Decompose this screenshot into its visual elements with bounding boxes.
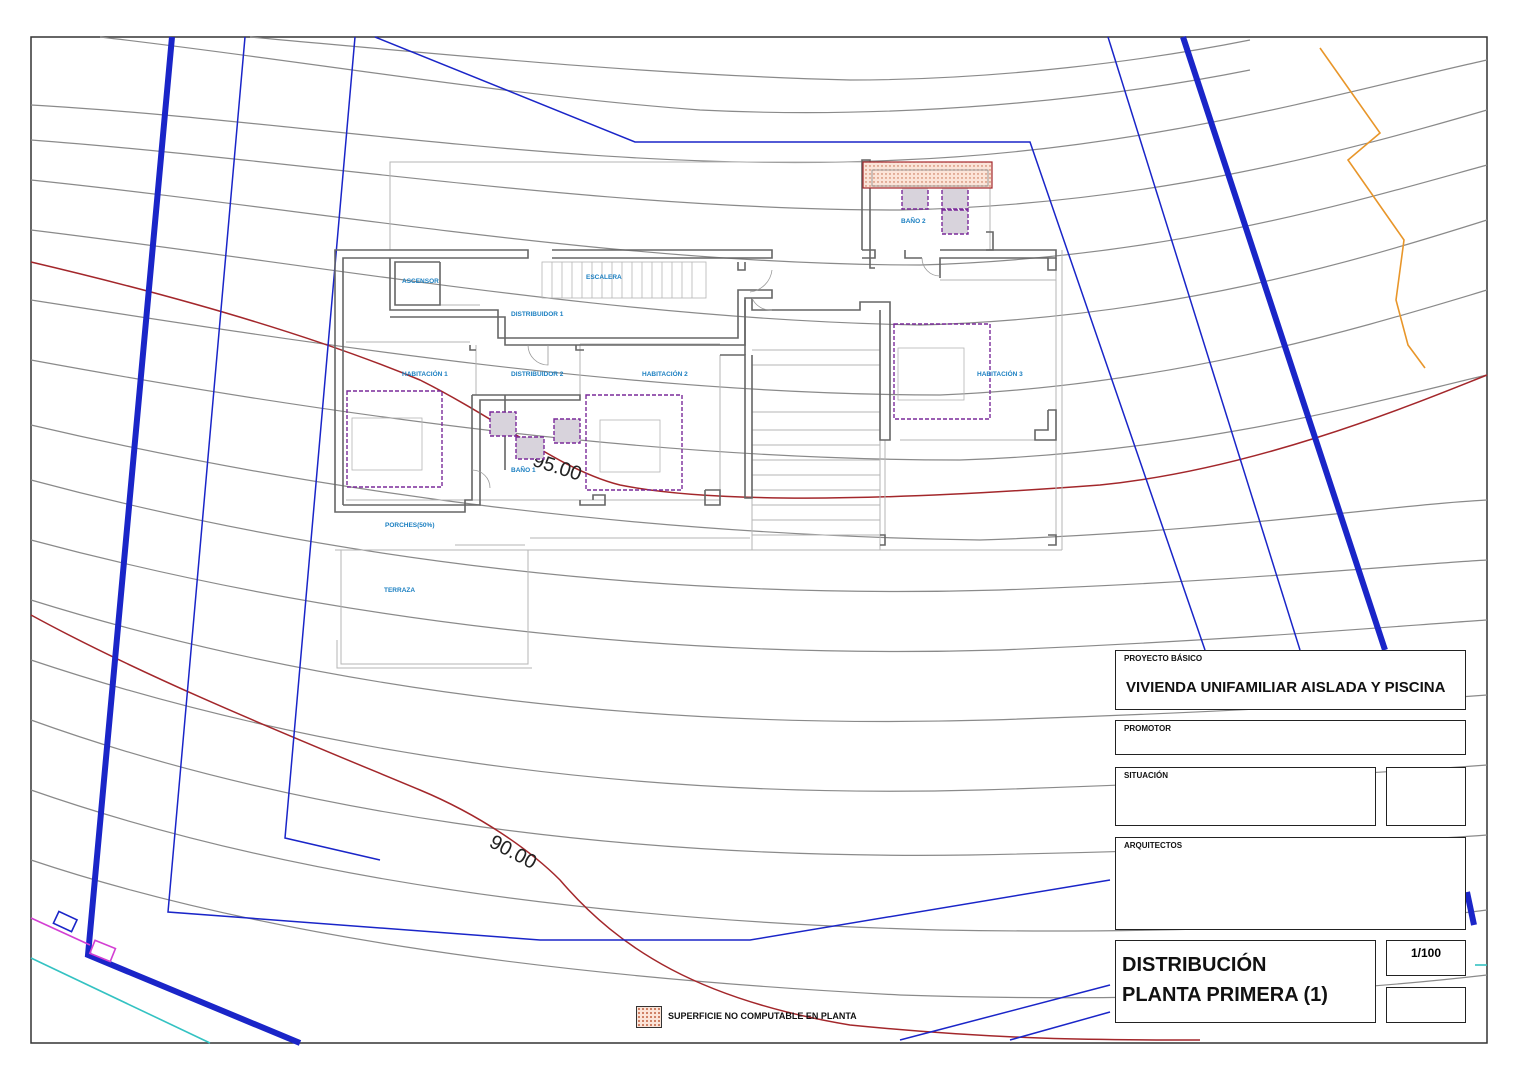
situation-box: SITUACIÓN [1115, 767, 1376, 826]
project-box: PROYECTO BÁSICO VIVIENDA UNIFAMILIAR AIS… [1115, 650, 1466, 710]
promoter-box: PROMOTOR [1115, 720, 1466, 755]
project-name: VIVIENDA UNIFAMILIAR AISLADA Y PISCINA [1126, 679, 1446, 696]
drawing-title-line-1: DISTRIBUCIÓN [1122, 954, 1267, 976]
architects-label: ARQUITECTOS [1124, 841, 1183, 850]
room-label-bano-1: BAÑO 1 [511, 465, 536, 474]
room-label-habitacion-3: HABITACIÓN 3 [977, 369, 1023, 378]
sheet-number-box [1386, 987, 1466, 1023]
scale-value: 1/100 [1410, 946, 1442, 960]
non-computable-area-hatch [862, 161, 993, 189]
legend-swatch [636, 1006, 662, 1028]
promoter-label: PROMOTOR [1124, 724, 1171, 733]
room-label-distribuidor-2: DISTRIBUIDOR 2 [511, 371, 564, 378]
architects-box: ARQUITECTOS [1115, 837, 1466, 930]
situation-label: SITUACIÓN [1124, 771, 1168, 780]
drawing-title-line-2: PLANTA PRIMERA (1) [1122, 984, 1328, 1006]
situation-side-box [1386, 767, 1466, 826]
scale-box: 1/100 [1386, 940, 1466, 976]
project-label: PROYECTO BÁSICO [1124, 654, 1203, 663]
room-label-terraza: TERRAZA [384, 587, 415, 594]
drawing-title-box: DISTRIBUCIÓN PLANTA PRIMERA (1) [1115, 940, 1376, 1023]
room-label-ascensor: ASCENSOR [402, 278, 439, 285]
room-label-porches: PORCHES(50%) [385, 522, 434, 529]
room-label-distribuidor-1: DISTRIBUIDOR 1 [511, 311, 564, 318]
legend-text: SUPERFICIE NO COMPUTABLE EN PLANTA [668, 1011, 857, 1021]
room-label-escalera: ESCALERA [586, 274, 622, 281]
room-label-habitacion-1: HABITACIÓN 1 [402, 369, 448, 378]
room-label-habitacion-2: HABITACIÓN 2 [642, 369, 688, 378]
room-label-bano-2: BAÑO 2 [901, 216, 926, 225]
